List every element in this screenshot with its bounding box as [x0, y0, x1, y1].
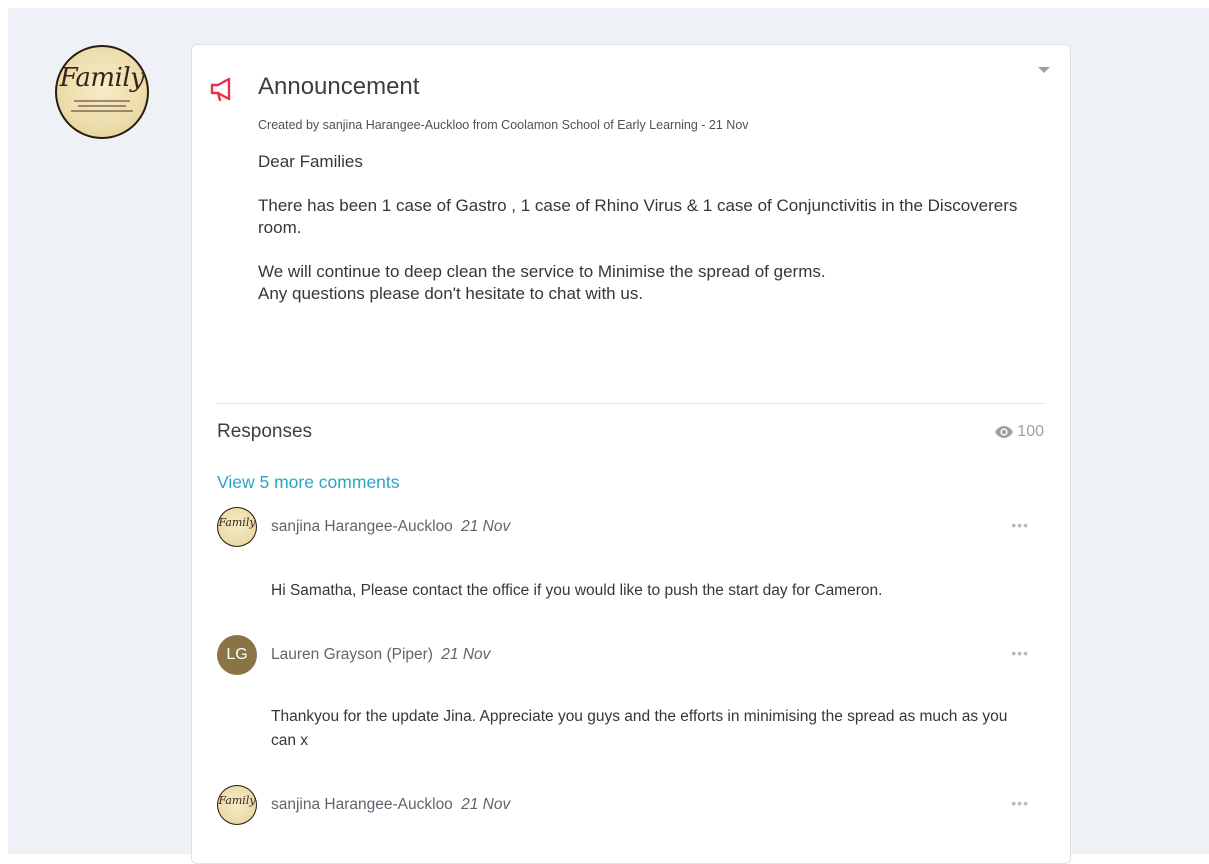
announcement-meta: Created by sanjina Harangee-Auckloo from…	[258, 118, 749, 132]
chevron-down-icon[interactable]	[1038, 67, 1050, 73]
comment-header: Family sanjina Harangee-Auckloo 21 Nov •…	[217, 507, 1047, 547]
megaphone-icon	[210, 77, 236, 101]
body-line: We will continue to deep clean the servi…	[258, 262, 826, 281]
body-line: Any questions please don't hesitate to c…	[258, 284, 644, 303]
comment-header: Family sanjina Harangee-Auckloo 21 Nov •…	[217, 785, 1047, 825]
avatar[interactable]: Family	[217, 507, 257, 547]
avatar[interactable]: LG	[217, 635, 257, 675]
more-options-icon[interactable]: •••	[1011, 795, 1029, 811]
comment-date: 21 Nov	[461, 796, 511, 813]
comment-date: 21 Nov	[441, 646, 491, 663]
view-more-comments-link[interactable]: View 5 more comments	[217, 472, 400, 493]
comment-author: sanjina Harangee-Auckloo 21 Nov	[271, 796, 510, 814]
announcement-title: Announcement	[258, 73, 420, 100]
comment-author: sanjina Harangee-Auckloo 21 Nov	[271, 518, 510, 536]
section-divider	[217, 403, 1044, 404]
avatar-logo-text: Family	[218, 516, 256, 529]
more-options-icon[interactable]: •••	[1011, 517, 1029, 533]
avatar-logo-text: Family	[218, 794, 256, 807]
comment-header: LG Lauren Grayson (Piper) 21 Nov •••	[217, 635, 1047, 675]
announcement-card: Announcement Created by sanjina Harangee…	[191, 44, 1071, 864]
responses-title: Responses	[217, 421, 313, 442]
comment-author-name: sanjina Harangee-Auckloo	[271, 796, 453, 813]
body-line: Dear Families	[258, 152, 363, 171]
comment-author-name: sanjina Harangee-Auckloo	[271, 518, 453, 535]
logo-tagline	[69, 97, 135, 115]
more-options-icon[interactable]: •••	[1011, 645, 1029, 661]
announcement-body: Dear Families There has been 1 case of G…	[258, 151, 1048, 305]
avatar[interactable]: Family	[217, 785, 257, 825]
comment-text: Thankyou for the update Jina. Appreciate…	[271, 708, 1008, 749]
views-number: 100	[1017, 423, 1044, 440]
comment-author-name: Lauren Grayson (Piper)	[271, 646, 433, 663]
comment-author: Lauren Grayson (Piper) 21 Nov	[271, 646, 490, 664]
body-line: There has been 1 case of Gastro , 1 case…	[258, 196, 1018, 237]
comment-text: Hi Samatha, Please contact the office if…	[271, 582, 883, 599]
views-count: 100	[994, 423, 1044, 441]
logo-word: Family	[59, 63, 145, 93]
eye-icon	[995, 426, 1014, 438]
school-logo-avatar: Family	[55, 45, 149, 139]
comment-date: 21 Nov	[461, 518, 511, 535]
